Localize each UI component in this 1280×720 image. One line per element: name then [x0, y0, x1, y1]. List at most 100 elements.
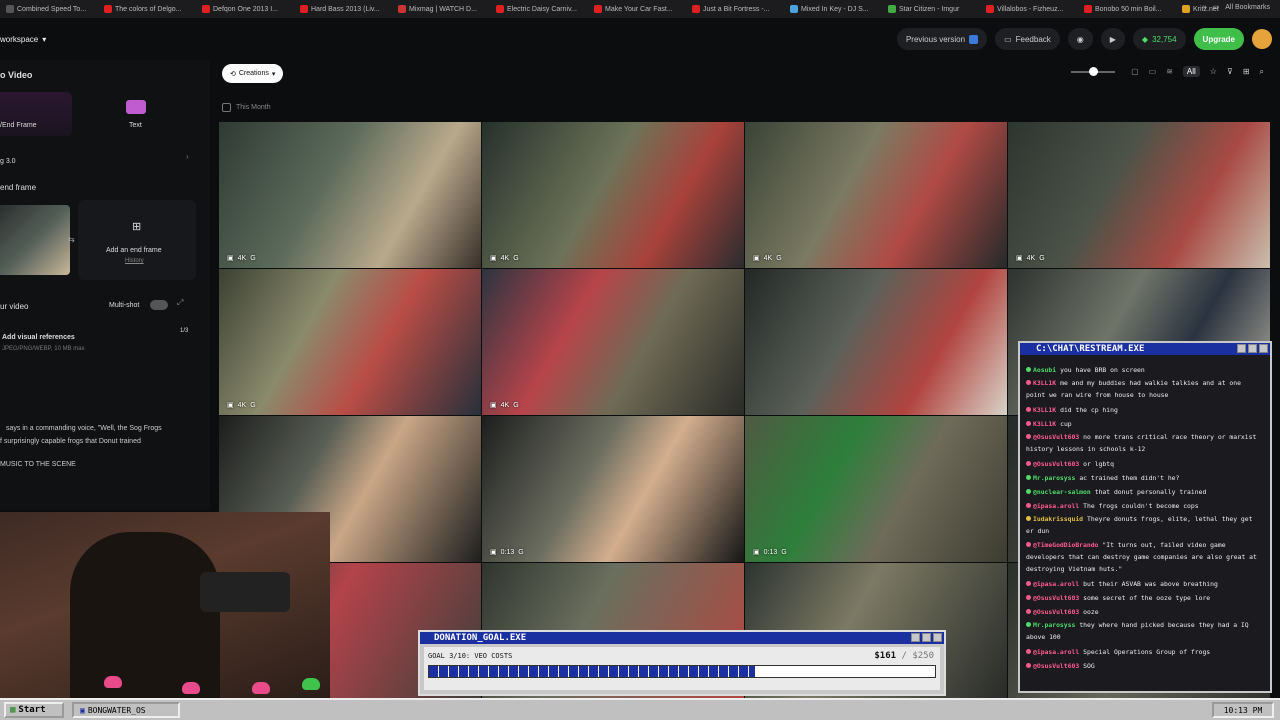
- bookmark-favicon-icon: [6, 5, 14, 13]
- taskbar-window-button[interactable]: ▣ BONGWATER_OS: [72, 702, 180, 718]
- history-link[interactable]: History: [125, 258, 144, 264]
- model-selector[interactable]: g 3.0: [0, 158, 16, 165]
- system-clock: 10:13 PM: [1212, 702, 1274, 718]
- close-button[interactable]: [1259, 344, 1268, 353]
- bookmarks-overflow-button[interactable]: »: [1203, 4, 1207, 11]
- bookmark-favicon-icon: [594, 5, 602, 13]
- bookmark-item[interactable]: Just a Bit Fortress -...: [692, 5, 784, 13]
- creation-tile[interactable]: ▣ 4K G: [482, 122, 744, 268]
- panel-title: o Video: [0, 70, 33, 80]
- chat-username: Mr.parosyss: [1033, 621, 1076, 629]
- end-frame-dropzone[interactable]: ⊞ Add an end frame History: [78, 200, 196, 280]
- bookmark-item[interactable]: The colors of Delgo...: [104, 5, 196, 13]
- creation-tile[interactable]: ▣ 4K G: [219, 269, 481, 415]
- video-filter-icon[interactable]: ▭: [1149, 67, 1157, 76]
- audio-filter-icon[interactable]: ≋: [1166, 67, 1173, 76]
- bookmark-item[interactable]: Mixmag | WATCH D...: [398, 5, 490, 13]
- minimize-button[interactable]: [1237, 344, 1246, 353]
- bookmark-item[interactable]: Defqon One 2013 I...: [202, 5, 294, 13]
- bookmark-label: Star Citizen - Imgur: [899, 5, 960, 13]
- text-icon: [126, 100, 146, 114]
- all-bookmarks-link[interactable]: All Bookmarks: [1225, 4, 1270, 11]
- chat-window: C:\CHAT\RESTREAM.EXE Aosubi you have BRB …: [1018, 341, 1272, 693]
- multishot-label: Multi-shot: [109, 302, 140, 309]
- creation-tile[interactable]: ▣ 0:13 G: [482, 416, 744, 562]
- add-visual-references[interactable]: Add visual references: [2, 334, 75, 341]
- tab-start-end-frame[interactable]: [0, 92, 72, 136]
- prompt-line-3[interactable]: MUSIC TO THE SCENE: [0, 461, 76, 468]
- prompt-line-2[interactable]: f surprisingly capable frogs that Donut …: [0, 438, 141, 445]
- bookmark-favicon-icon: [300, 5, 308, 13]
- tile-badge-label: 4K: [237, 401, 247, 409]
- chat-message: Mr.parosyss ac trained them didn't he?: [1026, 471, 1262, 485]
- bookmark-item[interactable]: Make Your Car Fast...: [594, 5, 686, 13]
- bookmark-label: Villalobos - Fizheuz...: [997, 5, 1064, 13]
- maximize-button[interactable]: [922, 633, 931, 642]
- bookmark-item[interactable]: Electric Daisy Carniv...: [496, 5, 588, 13]
- swap-icon[interactable]: ⇆: [68, 235, 75, 244]
- bookmark-item[interactable]: Hard Bass 2013 (Liv...: [300, 5, 392, 13]
- platform-icon: [1026, 461, 1031, 466]
- frog-sprite: [302, 678, 320, 690]
- donation-title: DONATION_GOAL.EXE: [434, 633, 527, 643]
- bookmark-item[interactable]: Combined Speed To...: [6, 5, 98, 13]
- tile-badge-label: 4K: [763, 254, 773, 262]
- minimize-button[interactable]: [911, 633, 920, 642]
- creations-dropdown[interactable]: ⟲ Creations ▾: [222, 64, 284, 83]
- tab-text[interactable]: Text: [129, 122, 142, 129]
- creation-tile[interactable]: ▣ 4K G: [1008, 122, 1270, 268]
- youtube-button[interactable]: ▶: [1100, 28, 1125, 50]
- chat-username: @ipasa.aroll: [1033, 648, 1080, 656]
- chat-text: me and my buddies had walkie talkies and…: [1026, 379, 1241, 399]
- discord-button[interactable]: ◉: [1067, 28, 1093, 50]
- creation-tile[interactable]: ▣ 4K G: [482, 269, 744, 415]
- creation-tile[interactable]: [745, 269, 1007, 415]
- bookmark-favicon-icon: [1084, 5, 1092, 13]
- tile-badge: ▣ 4K G: [227, 401, 256, 410]
- bookmark-favicon-icon: [398, 5, 406, 13]
- bookmark-favicon-icon: [986, 5, 994, 13]
- multishot-toggle[interactable]: [150, 300, 168, 310]
- workspace-selector[interactable]: workspace ▾: [0, 35, 46, 44]
- microphone: [200, 572, 290, 612]
- select-all-checkbox[interactable]: [222, 103, 231, 112]
- star-icon[interactable]: ☆: [1210, 67, 1217, 76]
- goal-amount: $161 / $250: [874, 651, 934, 661]
- zoom-slider[interactable]: [1071, 66, 1116, 76]
- creation-tile[interactable]: ▣ 4K G: [219, 122, 481, 268]
- maximize-button[interactable]: [1248, 344, 1257, 353]
- creation-tile[interactable]: ▣ 4K G: [745, 122, 1007, 268]
- bookmark-item[interactable]: Villalobos - Fizheuz...: [986, 5, 1078, 13]
- start-button[interactable]: ▦ Start: [4, 702, 64, 718]
- grid-icon[interactable]: ⊞: [1243, 67, 1250, 76]
- toggle-icon: [969, 34, 979, 44]
- search-icon[interactable]: ⌕: [1260, 67, 1264, 77]
- credits-display[interactable]: ◆ 32,754: [1132, 28, 1186, 50]
- chat-message: K3LL1K did the cp hing: [1026, 403, 1262, 417]
- taskbar: ▦ Start ▣ BONGWATER_OS 10:13 PM: [0, 698, 1280, 720]
- bookmark-item[interactable]: Bonobo 50 min Boil...: [1084, 5, 1176, 13]
- filter-icon[interactable]: ⊽: [1227, 67, 1233, 76]
- close-button[interactable]: [933, 633, 942, 642]
- all-filter[interactable]: All: [1182, 66, 1200, 77]
- youtube-icon: ▶: [1109, 34, 1116, 44]
- feedback-button[interactable]: ▭ Feedback: [995, 28, 1060, 50]
- media-type-icon: ▣: [490, 549, 497, 556]
- creation-tile[interactable]: ▣ 0:13 G: [745, 416, 1007, 562]
- previous-version-button[interactable]: Previous version: [896, 28, 988, 50]
- discord-icon: ◉: [1076, 34, 1084, 44]
- expand-icon[interactable]: ⤢: [177, 298, 183, 308]
- prompt-line-1[interactable]: says in a commanding voice, "Well, the S…: [6, 425, 162, 432]
- creations-label: Creations: [238, 70, 269, 77]
- bookmark-item[interactable]: Mixed In Key - DJ S...: [790, 5, 882, 13]
- start-frame-thumbnail[interactable]: [0, 205, 70, 275]
- image-filter-icon[interactable]: ▢: [1131, 67, 1139, 76]
- chat-text: or lgbtq: [1083, 460, 1114, 468]
- platform-icon: [1026, 367, 1031, 372]
- upgrade-button[interactable]: Upgrade: [1193, 28, 1244, 50]
- bookmark-item[interactable]: Star Citizen - Imgur: [888, 5, 980, 13]
- refs-count: 1/3: [180, 328, 189, 334]
- previous-version-label: Previous version: [905, 34, 966, 44]
- avatar[interactable]: [1252, 29, 1272, 49]
- chat-username: @ipasa.aroll: [1033, 580, 1080, 588]
